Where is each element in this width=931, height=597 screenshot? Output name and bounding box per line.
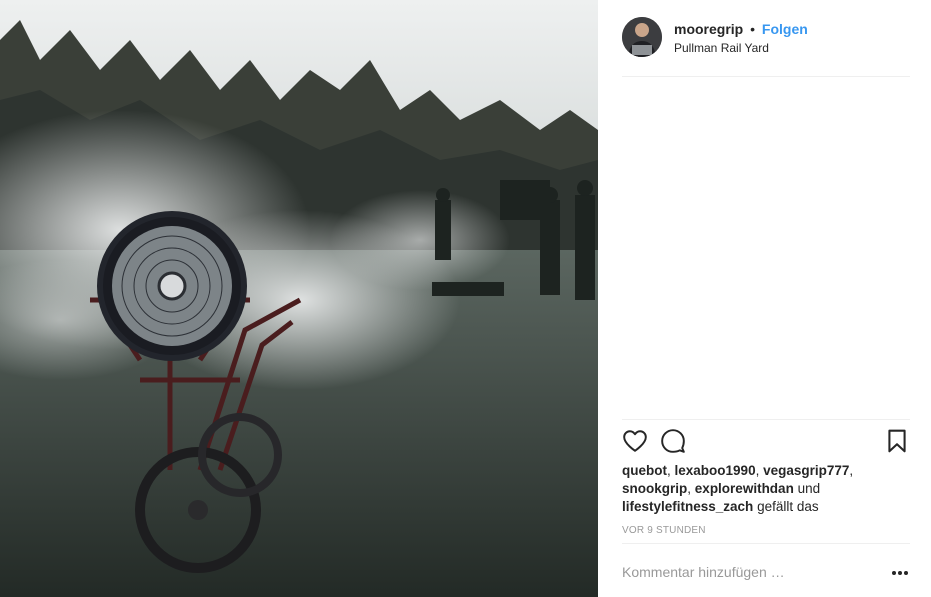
heart-icon: [623, 430, 647, 452]
username-link[interactable]: mooregrip: [674, 21, 743, 37]
username-line: mooregrip • Folgen: [674, 21, 808, 37]
avatar-image: [622, 17, 662, 57]
likes-summary: quebot, lexaboo1990, vegasgrip777, snook…: [622, 462, 892, 516]
comment-input[interactable]: Kommentar hinzufügen …: [622, 564, 862, 580]
like-button[interactable]: [622, 428, 648, 454]
liker-separator: ,: [849, 463, 854, 478]
liker-separator: ,: [687, 481, 692, 496]
likes-and-text: und: [797, 481, 821, 496]
follow-button[interactable]: Folgen: [762, 21, 808, 37]
actions-divider: [622, 419, 910, 420]
likes-suffix: gefällt das: [757, 499, 819, 514]
more-options-icon: [892, 571, 908, 575]
liker-link[interactable]: quebot: [622, 463, 667, 478]
avatar[interactable]: [622, 17, 662, 57]
liker-link[interactable]: vegasgrip777: [763, 463, 849, 478]
liker-link[interactable]: explorewithdan: [695, 481, 794, 496]
comment-button[interactable]: [660, 428, 686, 454]
bookmark-icon: [888, 429, 906, 453]
liker-separator: ,: [755, 463, 760, 478]
post-sidebar: mooregrip • Folgen Pullman Rail Yard que…: [598, 0, 931, 597]
liker-separator: ,: [667, 463, 671, 478]
separator-dot: •: [750, 21, 756, 37]
photo-illustration: [0, 0, 598, 597]
comment-icon: [661, 429, 685, 453]
liker-link[interactable]: snookgrip: [622, 481, 687, 496]
liker-link[interactable]: lexaboo1990: [675, 463, 756, 478]
action-bar: [622, 428, 910, 456]
post-timestamp[interactable]: VOR 9 STUNDEN: [622, 525, 706, 536]
comment-divider: [622, 543, 910, 544]
save-button[interactable]: [884, 428, 910, 454]
more-options-button[interactable]: [890, 564, 910, 582]
location-link[interactable]: Pullman Rail Yard: [674, 41, 769, 55]
liker-link[interactable]: lifestylefitness_zach: [622, 499, 753, 514]
post-header: mooregrip • Folgen Pullman Rail Yard: [622, 17, 910, 59]
header-divider: [622, 76, 910, 77]
post-photo[interactable]: [0, 0, 598, 597]
